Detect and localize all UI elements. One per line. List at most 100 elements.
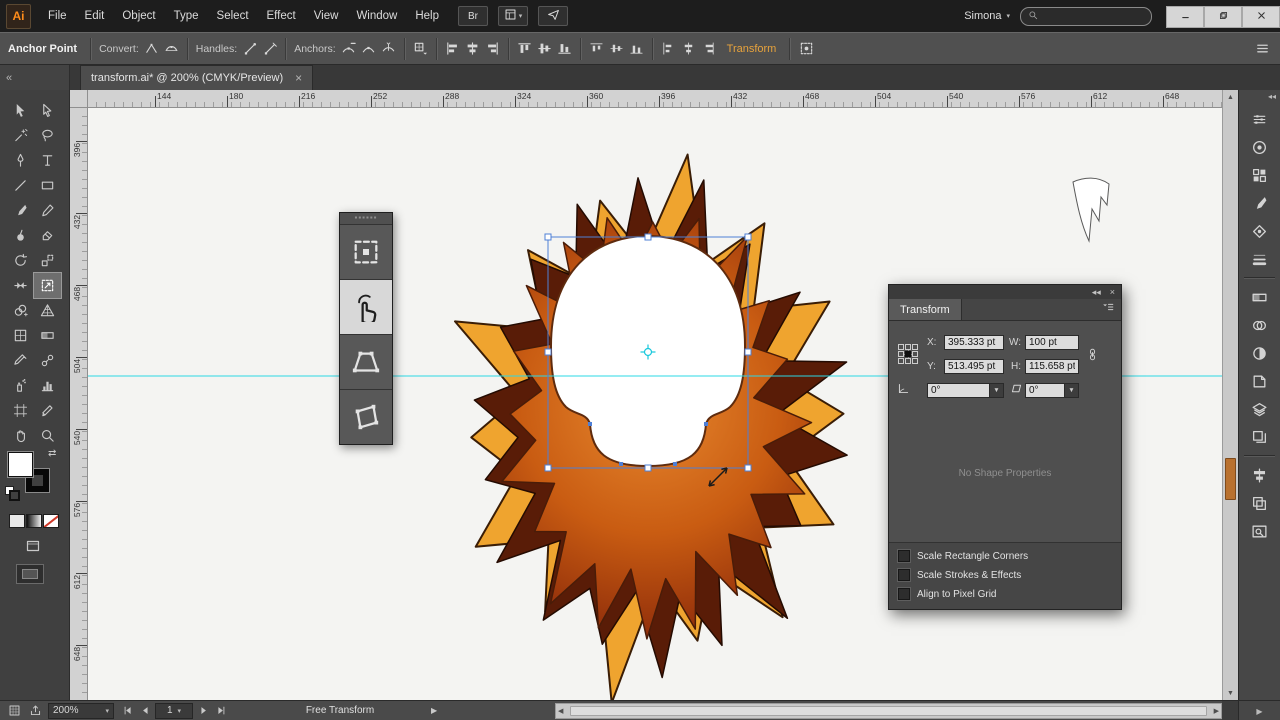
dock-brushes-icon[interactable] (1239, 189, 1280, 217)
tool-lasso[interactable] (34, 123, 61, 148)
align-left-icon[interactable] (443, 39, 463, 59)
workspace-switcher[interactable]: ▾ (498, 6, 528, 26)
tool-blob-brush[interactable] (7, 223, 34, 248)
reference-point[interactable] (897, 343, 904, 350)
dock-symbols-icon[interactable] (1239, 217, 1280, 245)
vertical-ruler[interactable]: 396 432 468 504 540 576 612 648 (70, 108, 88, 700)
w-input[interactable] (1025, 334, 1079, 350)
widget-constrain-button[interactable] (340, 224, 392, 279)
tool-direct-selection[interactable] (34, 98, 61, 123)
reference-point[interactable] (904, 343, 911, 350)
dock-color-icon[interactable] (1239, 105, 1280, 133)
tool-slice[interactable] (34, 398, 61, 423)
align-v-middle-icon[interactable] (535, 39, 555, 59)
isolate-selection-icon[interactable] (796, 39, 816, 59)
menu-edit[interactable]: Edit (76, 0, 114, 32)
dock-graphic-styles-icon[interactable] (1239, 367, 1280, 395)
tool-perspective-grid[interactable] (34, 298, 61, 323)
previous-artboard-icon[interactable] (137, 705, 153, 716)
control-panel-menu-icon[interactable] (1252, 39, 1272, 59)
tool-type[interactable] (34, 148, 61, 173)
anchor-point[interactable] (619, 462, 623, 466)
checkbox-scale-rectangle-corners[interactable]: Scale Rectangle Corners (898, 550, 1112, 562)
checkbox-scale-strokes-effects[interactable]: Scale Strokes & Effects (898, 569, 1112, 581)
horizontal-scroll-thumb[interactable] (570, 706, 1207, 716)
dock-artboards-icon[interactable] (1239, 423, 1280, 451)
fill-swatch[interactable] (8, 452, 33, 477)
share-button[interactable] (538, 6, 568, 26)
align-top-icon[interactable] (515, 39, 535, 59)
tab-close-icon[interactable]: × (295, 71, 302, 85)
menu-object[interactable]: Object (113, 0, 164, 32)
tool-eraser[interactable] (34, 223, 61, 248)
distribute-v-center-icon[interactable] (607, 39, 627, 59)
widget-free-transform-touch-button[interactable] (340, 279, 392, 334)
tool-symbol-sprayer[interactable] (7, 373, 34, 398)
panel-flyout-menu-icon[interactable] (1101, 300, 1121, 319)
convert-smooth-icon[interactable] (162, 39, 182, 59)
color-mode-button[interactable] (9, 514, 25, 528)
anchor-point[interactable] (673, 462, 677, 466)
close-button[interactable] (1242, 6, 1280, 28)
tool-rotate[interactable] (7, 248, 34, 273)
status-flyout-icon[interactable]: ▶ (431, 706, 437, 715)
reference-point[interactable] (904, 358, 911, 365)
panel-close-icon[interactable]: × (1110, 287, 1115, 297)
checkbox[interactable] (898, 569, 910, 581)
anchor-point-menu-icon[interactable] (411, 39, 431, 59)
distribute-h-center-icon[interactable] (679, 39, 699, 59)
y-input[interactable] (944, 358, 1004, 374)
dock-swatches-icon[interactable] (1239, 161, 1280, 189)
dock-appearance-icon[interactable] (1239, 339, 1280, 367)
anchor-point[interactable] (704, 422, 708, 426)
none-mode-button[interactable] (43, 514, 59, 528)
dock-pathfinder-icon[interactable] (1239, 489, 1280, 517)
selection-handle[interactable] (744, 348, 752, 356)
tool-hand[interactable] (7, 423, 34, 448)
distribute-right-icon[interactable] (699, 39, 719, 59)
tool-shape-builder[interactable] (7, 298, 34, 323)
distribute-top-icon[interactable] (587, 39, 607, 59)
grid-icon[interactable] (6, 704, 22, 717)
scroll-left-icon[interactable]: ◀ (558, 707, 563, 715)
selection-handle[interactable] (744, 464, 752, 472)
dock-stroke-icon[interactable] (1239, 245, 1280, 273)
menu-window[interactable]: Window (347, 0, 406, 32)
dock-gradient-icon[interactable] (1239, 283, 1280, 311)
horizontal-scrollbar[interactable]: ◀ ▶ (555, 703, 1222, 719)
reference-point[interactable] (904, 350, 911, 357)
scroll-right-icon[interactable]: ▶ (1214, 707, 1219, 715)
x-input[interactable] (944, 334, 1004, 350)
first-artboard-icon[interactable] (119, 705, 135, 716)
vertical-scrollbar[interactable]: ▲ ▼ (1222, 90, 1238, 700)
reference-point[interactable] (897, 358, 904, 365)
export-icon[interactable] (27, 704, 43, 717)
minimize-button[interactable] (1166, 6, 1204, 28)
distribute-bottom-icon[interactable] (627, 39, 647, 59)
dock-align-icon[interactable] (1239, 461, 1280, 489)
dock-color-guide-icon[interactable] (1239, 133, 1280, 161)
anchor-point[interactable] (588, 422, 592, 426)
scroll-down-icon[interactable]: ▼ (1223, 686, 1238, 700)
gradient-mode-button[interactable] (26, 514, 42, 528)
tool-gradient[interactable] (34, 323, 61, 348)
constrain-proportions-icon[interactable] (1081, 348, 1103, 361)
tool-free-transform[interactable] (33, 272, 62, 299)
horizontal-ruler[interactable]: 144 180 216 252 288 324 360 396 432 468 504 540 576 6… (88, 90, 1222, 108)
free-transform-widget[interactable]: ▪▪▪▪▪▪ (339, 212, 393, 445)
dock-layers-icon[interactable] (1239, 395, 1280, 423)
menu-help[interactable]: Help (406, 0, 448, 32)
tool-line-segment[interactable] (7, 173, 34, 198)
selection-handle[interactable] (544, 464, 552, 472)
menu-type[interactable]: Type (165, 0, 208, 32)
dock-bottom-strip[interactable]: ▶ (1238, 701, 1280, 720)
anchor-delete-icon[interactable] (339, 39, 359, 59)
rotate-select[interactable]: 0° ▼ (927, 382, 1004, 398)
tool-zoom[interactable] (34, 423, 61, 448)
tool-artboard[interactable] (7, 398, 34, 423)
widget-perspective-distort-button[interactable] (340, 334, 392, 389)
tool-width[interactable] (7, 273, 34, 298)
bridge-button[interactable]: Br (458, 6, 488, 26)
zoom-select[interactable]: 200% ▾ (48, 702, 114, 719)
search-input[interactable] (1042, 9, 1144, 23)
